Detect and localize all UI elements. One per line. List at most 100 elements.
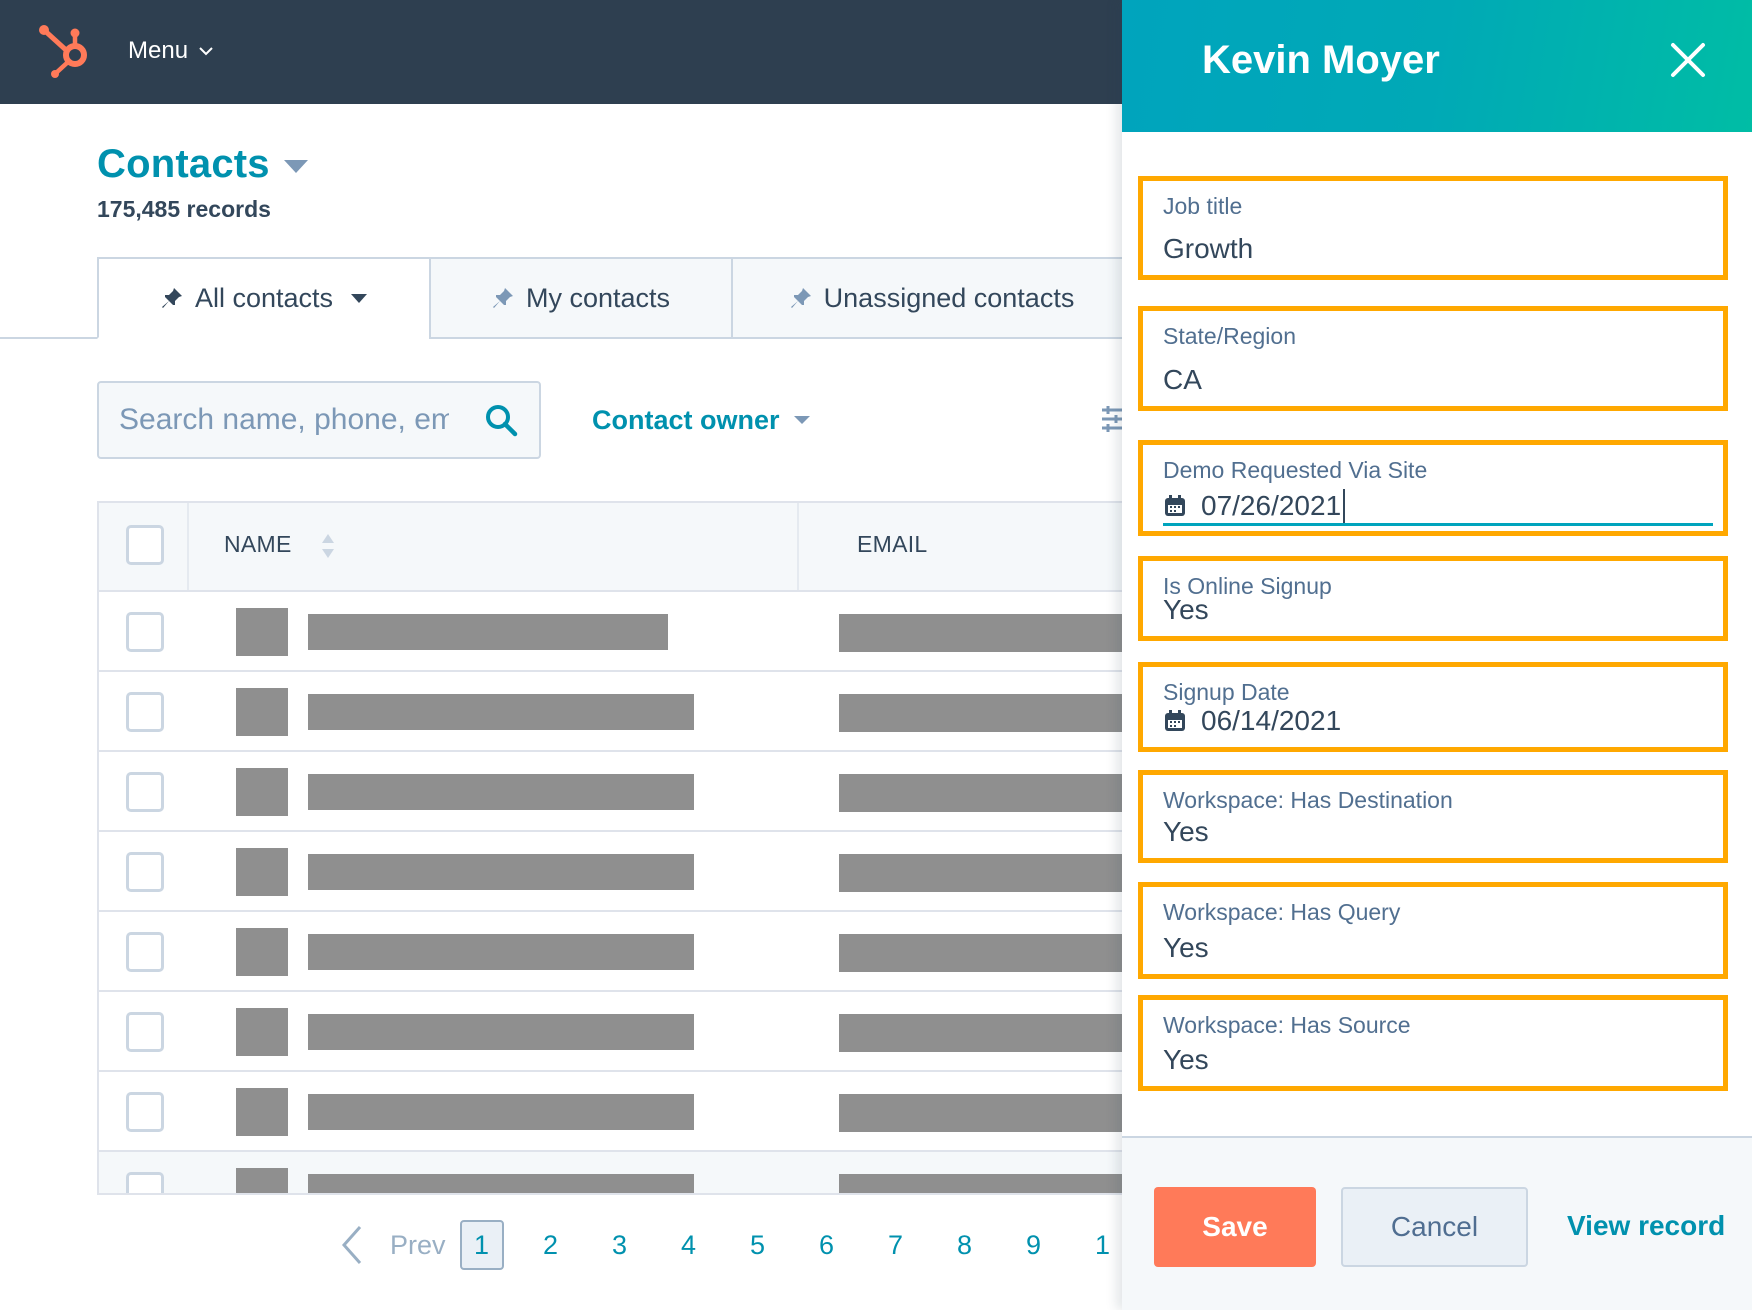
row-checkbox[interactable] xyxy=(126,852,164,892)
panel-footer: Save Cancel View record xyxy=(1122,1136,1752,1310)
search-input[interactable] xyxy=(119,403,449,437)
field-demo-requested-via-site: Demo Requested Via Site 07/26/2021 xyxy=(1138,440,1728,536)
column-divider xyxy=(187,503,189,590)
search-box xyxy=(97,381,541,459)
table-row[interactable]: [redacted] [redacted] xyxy=(99,592,1122,672)
row-checkbox[interactable] xyxy=(126,1092,164,1132)
contact-name-redacted[interactable]: [redacted] xyxy=(308,854,694,890)
tab-unassigned-contacts[interactable]: Unassigned contacts xyxy=(731,257,1131,339)
table-row[interactable]: [redacted] [redacted] xyxy=(99,1152,1122,1193)
caret-down-icon[interactable] xyxy=(351,293,368,303)
contact-name-redacted[interactable]: [redacted] xyxy=(308,774,694,810)
contact-owner-filter[interactable]: Contact owner xyxy=(592,400,810,440)
column-header-name[interactable]: NAME xyxy=(224,531,292,558)
pagination: Prev 1 2 3 4 5 6 7 8 9 1 xyxy=(340,1220,1150,1270)
page-button[interactable]: 7 xyxy=(874,1220,918,1270)
pin-icon xyxy=(161,288,182,308)
table-row[interactable]: [redacted] [redacted] xyxy=(99,992,1122,1072)
cancel-button[interactable]: Cancel xyxy=(1341,1187,1528,1267)
contacts-table: NAME EMAIL [redacted][redacted][redacted… xyxy=(97,501,1122,1195)
page-button[interactable]: 4 xyxy=(667,1220,711,1270)
view-record-link[interactable]: View record xyxy=(1567,1210,1725,1242)
save-button[interactable]: Save xyxy=(1154,1187,1316,1267)
row-checkbox[interactable] xyxy=(126,932,164,972)
row-checkbox[interactable] xyxy=(126,612,164,652)
avatar-redacted xyxy=(236,848,288,896)
contact-name-redacted[interactable]: [redacted] xyxy=(308,694,694,730)
caret-down-icon xyxy=(283,160,308,173)
column-header-email[interactable]: EMAIL xyxy=(857,531,928,558)
page-button[interactable]: 2 xyxy=(529,1220,573,1270)
contact-email-redacted: [redacted] xyxy=(839,694,1122,732)
field-job-title: Job title Growth xyxy=(1138,176,1728,280)
page-button-current[interactable]: 1 xyxy=(459,1220,504,1270)
page-button[interactable]: 6 xyxy=(805,1220,849,1270)
main-menu-button[interactable]: Menu xyxy=(128,34,214,68)
row-checkbox[interactable] xyxy=(126,692,164,732)
page-button[interactable]: 1 xyxy=(1081,1220,1125,1270)
page-button[interactable]: 9 xyxy=(1012,1220,1056,1270)
tab-label: My contacts xyxy=(525,282,671,313)
contact-email-redacted: [redacted] xyxy=(839,614,1122,652)
table-row[interactable]: [redacted] [redacted] xyxy=(99,912,1122,992)
search-icon[interactable] xyxy=(483,402,519,438)
contact-name-redacted[interactable]: [redacted] xyxy=(308,1174,694,1193)
tab-label: All contacts xyxy=(194,282,334,313)
avatar-redacted xyxy=(236,1168,288,1193)
table-row[interactable]: [redacted] [redacted] xyxy=(99,1072,1122,1152)
table-header: NAME EMAIL xyxy=(99,503,1122,592)
contact-email-redacted: [redacted] xyxy=(839,1174,1122,1193)
contact-name-redacted[interactable]: [redacted] xyxy=(308,1014,694,1050)
avatar-redacted xyxy=(236,688,288,736)
close-icon[interactable] xyxy=(1670,42,1706,78)
pin-icon xyxy=(790,288,811,308)
field-is-online-signup: Is Online Signup Yes xyxy=(1138,556,1728,641)
column-divider xyxy=(797,503,799,590)
contact-email-redacted: [redacted] xyxy=(839,1014,1122,1052)
contact-email-redacted: [redacted] xyxy=(839,934,1122,972)
avatar-redacted xyxy=(236,608,288,656)
page-title-dropdown[interactable]: Contacts xyxy=(97,142,308,187)
table-row[interactable]: [redacted] [redacted] xyxy=(99,752,1122,832)
row-checkbox[interactable] xyxy=(126,1172,164,1193)
chevron-left-icon[interactable] xyxy=(340,1224,364,1266)
menu-label: Menu xyxy=(128,37,189,64)
field-state-region: State/Region CA xyxy=(1138,306,1728,411)
contact-edit-panel: Kevin Moyer USA Job titleGrowthState/Reg… xyxy=(1122,0,1752,1310)
contact-name-redacted[interactable]: [redacted] xyxy=(308,614,668,650)
hubspot-logo-icon[interactable] xyxy=(36,22,94,80)
sort-icon[interactable] xyxy=(321,531,335,561)
prev-page-button[interactable]: Prev xyxy=(390,1230,446,1261)
chevron-down-icon xyxy=(199,47,213,56)
contact-name-redacted[interactable]: [redacted] xyxy=(308,1094,694,1130)
pin-icon xyxy=(492,288,513,308)
row-checkbox[interactable] xyxy=(126,1012,164,1052)
tab-label: Unassigned contacts xyxy=(823,282,1075,313)
table-row[interactable]: [redacted] [redacted] xyxy=(99,672,1122,752)
row-checkbox[interactable] xyxy=(126,772,164,812)
contact-owner-label: Contact owner xyxy=(592,404,780,435)
field-workspace-has-source: Workspace: Has Source Yes xyxy=(1138,995,1728,1091)
page-button[interactable]: 8 xyxy=(943,1220,987,1270)
contact-name-redacted[interactable]: [redacted] xyxy=(308,934,694,970)
panel-header: Kevin Moyer xyxy=(1122,0,1752,132)
page-title: Contacts xyxy=(97,142,270,186)
table-row[interactable]: [redacted] [redacted] xyxy=(99,832,1122,912)
record-count: 175,485 records xyxy=(97,196,271,222)
contact-email-redacted: [redacted] xyxy=(839,774,1122,812)
avatar-redacted xyxy=(236,1088,288,1136)
avatar-redacted xyxy=(236,928,288,976)
caret-down-icon xyxy=(793,416,810,424)
contact-email-redacted: [redacted] xyxy=(839,854,1122,892)
select-all-checkbox[interactable] xyxy=(126,525,164,565)
page-button[interactable]: 5 xyxy=(736,1220,780,1270)
tab-all-contacts[interactable]: All contacts xyxy=(97,257,431,339)
tab-my-contacts[interactable]: My contacts xyxy=(429,257,733,339)
table-actions-sliders-icon[interactable] xyxy=(1100,405,1122,433)
panel-title: Kevin Moyer xyxy=(1202,38,1440,82)
avatar-redacted xyxy=(236,1008,288,1056)
page-button[interactable]: 3 xyxy=(598,1220,642,1270)
field-signup-date: Signup Date 06/14/2021 xyxy=(1138,662,1728,752)
field-workspace-has-query: Workspace: Has Query Yes xyxy=(1138,882,1728,979)
contact-email-redacted: [redacted] xyxy=(839,1094,1122,1132)
